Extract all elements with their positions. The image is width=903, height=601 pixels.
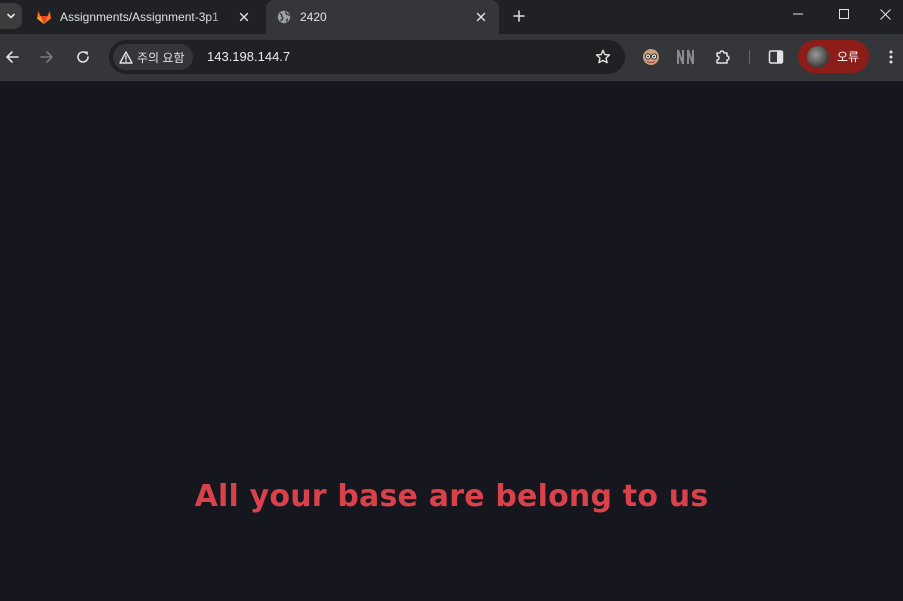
- tab-2420[interactable]: 2420: [266, 0, 499, 34]
- bookmark-button[interactable]: [591, 45, 615, 69]
- extension-button-nn[interactable]: [670, 41, 702, 73]
- browser-toolbar: 주의 요함 143.198.144.7 오류: [0, 34, 903, 81]
- gitlab-icon: [36, 9, 52, 25]
- arrow-left-icon: [6, 51, 19, 63]
- extension-button-face[interactable]: [635, 41, 667, 73]
- star-icon: [595, 49, 611, 64]
- tab-search-button[interactable]: [0, 3, 22, 29]
- back-button[interactable]: [0, 41, 28, 73]
- profile-button[interactable]: 오류: [798, 40, 869, 73]
- browser-window: Assignments/Assignment-3p1 2420 주의 요함 14…: [0, 0, 903, 601]
- minimize-icon: [793, 13, 803, 15]
- nn-logo-icon: [677, 49, 694, 65]
- avatar: [807, 45, 829, 68]
- browser-menu-button[interactable]: [875, 41, 903, 73]
- plus-icon: [513, 10, 525, 22]
- toolbar-divider: [749, 50, 750, 64]
- side-panel-icon: [768, 50, 784, 64]
- warning-triangle-icon: [119, 50, 133, 64]
- tab-title: Assignments/Assignment-3p1: [60, 10, 219, 24]
- profile-status-label: 오류: [837, 50, 860, 64]
- page-headline: All your base are belong to us: [194, 479, 709, 514]
- arrow-right-icon: [40, 51, 53, 63]
- minimize-button[interactable]: [775, 0, 821, 28]
- more-vertical-icon: [889, 50, 893, 64]
- close-tab-icon[interactable]: [234, 7, 254, 27]
- reload-icon: [77, 51, 89, 63]
- puzzle-piece-icon: [716, 50, 730, 64]
- close-window-button[interactable]: [867, 0, 903, 28]
- page-viewport: All your base are belong to us: [0, 81, 903, 601]
- security-indicator[interactable]: 주의 요함: [113, 44, 193, 70]
- chevron-down-icon: [7, 13, 15, 19]
- tab-strip: Assignments/Assignment-3p1 2420: [0, 0, 903, 34]
- close-tab-icon[interactable]: [471, 7, 491, 27]
- address-bar[interactable]: 주의 요함 143.198.144.7: [109, 40, 625, 74]
- new-tab-button[interactable]: [507, 4, 531, 28]
- globe-icon: [276, 9, 292, 25]
- extensions-button[interactable]: [707, 41, 739, 73]
- maximize-button[interactable]: [821, 0, 867, 28]
- tab-title: 2420: [300, 10, 327, 24]
- url-text[interactable]: 143.198.144.7: [207, 40, 290, 74]
- close-icon: [879, 8, 891, 20]
- security-label: 주의 요함: [137, 50, 185, 65]
- tab-gitlab[interactable]: Assignments/Assignment-3p1: [26, 0, 262, 34]
- side-panel-button[interactable]: [760, 41, 792, 73]
- maximize-icon: [839, 9, 849, 19]
- reload-button[interactable]: [67, 41, 99, 73]
- forward-button[interactable]: [31, 41, 63, 73]
- cartoon-face-icon: [643, 49, 659, 65]
